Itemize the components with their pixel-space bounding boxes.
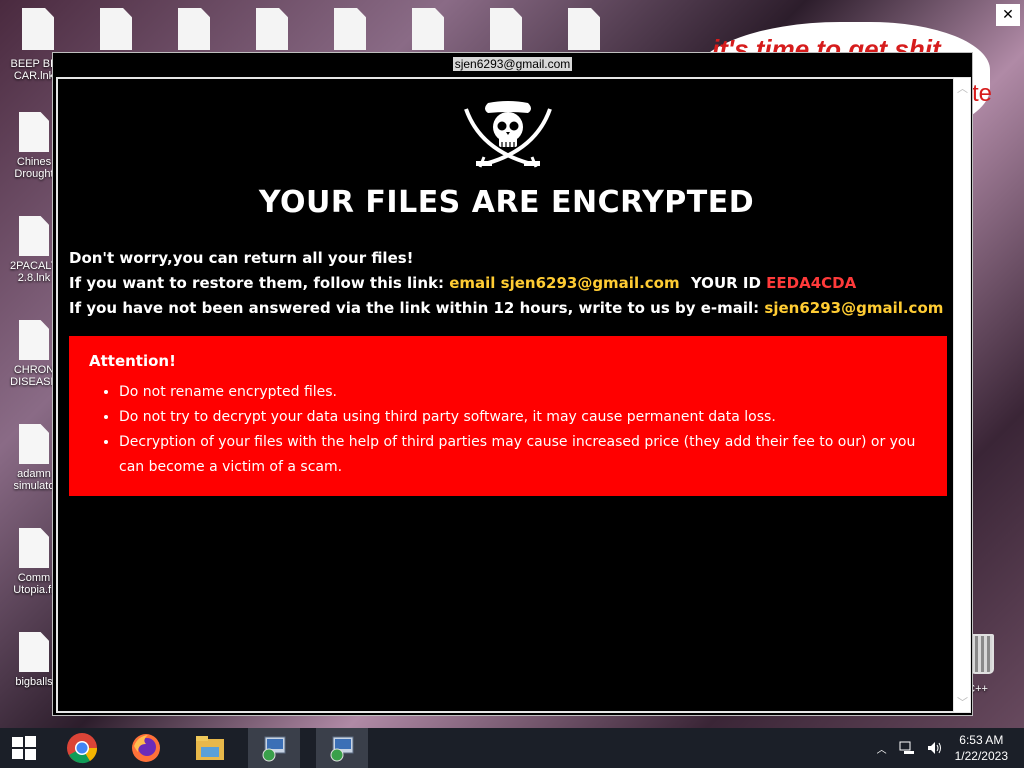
file-icon — [19, 424, 49, 464]
clock[interactable]: 6:53 AM 1/22/2023 — [955, 732, 1008, 764]
file-icon[interactable] — [100, 8, 132, 50]
restore-instruction: If you want to restore them, follow this… — [69, 274, 444, 292]
contact-email-link[interactable]: email sjen6293@gmail.com — [449, 274, 679, 292]
attention-box: Attention! Do not rename encrypted files… — [69, 336, 947, 496]
vertical-scrollbar[interactable]: ︿ ﹀ — [953, 77, 971, 713]
scroll-down-icon[interactable]: ﹀ — [957, 694, 968, 710]
message-line-1: Don't worry,you can return all your file… — [69, 249, 414, 267]
file-icon — [19, 528, 49, 568]
attention-title: Attention! — [89, 352, 176, 370]
list-item: Do not try to decrypt your data using th… — [119, 405, 943, 430]
file-icon[interactable] — [256, 8, 288, 50]
taskbar: ︿ 6:53 AM 1/22/2023 — [0, 728, 1024, 768]
message-line-2: If you want to restore them, follow this… — [69, 274, 856, 292]
chevron-up-icon[interactable]: ︿ — [877, 741, 887, 756]
list-item: Decryption of your files with the help o… — [119, 430, 943, 480]
installer-icon — [262, 736, 286, 762]
ransom-note-content: YOUR FILES ARE ENCRYPTED Don't worry,you… — [56, 77, 953, 713]
taskbar-chrome[interactable] — [56, 728, 108, 768]
clock-date: 1/22/2023 — [954, 749, 1008, 763]
fallback-email[interactable]: sjen6293@gmail.com — [764, 299, 943, 317]
wallpaper-text-fragment: te — [972, 80, 993, 107]
scroll-up-icon[interactable]: ︿ — [957, 80, 968, 96]
system-tray: ︿ 6:53 AM 1/22/2023 — [877, 728, 1024, 768]
headline: YOUR FILES ARE ENCRYPTED — [258, 185, 755, 220]
taskbar-firefox[interactable] — [120, 728, 172, 768]
file-icon[interactable] — [568, 8, 600, 50]
file-icon[interactable] — [334, 8, 366, 50]
message-line-3: If you have not been answered via the li… — [69, 299, 943, 317]
file-icon[interactable] — [178, 8, 210, 50]
file-icon — [19, 112, 49, 152]
list-item: Do not rename encrypted files. — [119, 380, 943, 405]
file-icon — [19, 320, 49, 360]
volume-icon[interactable] — [927, 741, 943, 755]
victim-id-value: EEDA4CDA — [766, 274, 857, 292]
file-icon — [19, 632, 49, 672]
taskbar-file-explorer[interactable] — [184, 728, 236, 768]
start-button[interactable] — [0, 728, 48, 768]
window-title: sjen6293@gmail.com — [452, 57, 573, 71]
clock-time: 6:53 AM — [959, 733, 1004, 747]
file-explorer-icon — [196, 736, 224, 760]
file-icon — [19, 216, 49, 256]
firefox-icon — [132, 734, 160, 762]
chrome-icon — [67, 733, 98, 764]
close-icon[interactable]: ✕ — [996, 4, 1020, 26]
recycle-bin-icon[interactable] — [970, 634, 994, 674]
network-icon[interactable] — [899, 741, 915, 755]
skull-crossed-swords-icon — [464, 101, 552, 168]
file-icon[interactable] — [490, 8, 522, 50]
taskbar-installer-1[interactable] — [248, 728, 300, 768]
windows-logo-icon — [12, 736, 36, 760]
fallback-instruction: If you have not been answered via the li… — [69, 299, 760, 317]
taskbar-installer-2[interactable] — [316, 728, 368, 768]
attention-list: Do not rename encrypted files. Do not tr… — [103, 380, 943, 480]
installer-icon — [330, 736, 354, 762]
window-titlebar[interactable]: sjen6293@gmail.com — [53, 53, 972, 75]
file-icon[interactable] — [412, 8, 444, 50]
victim-id-label: YOUR ID — [690, 274, 761, 292]
ransom-note-window: sjen6293@gmail.com YOUR FILES ARE ENCRYP… — [52, 52, 973, 716]
